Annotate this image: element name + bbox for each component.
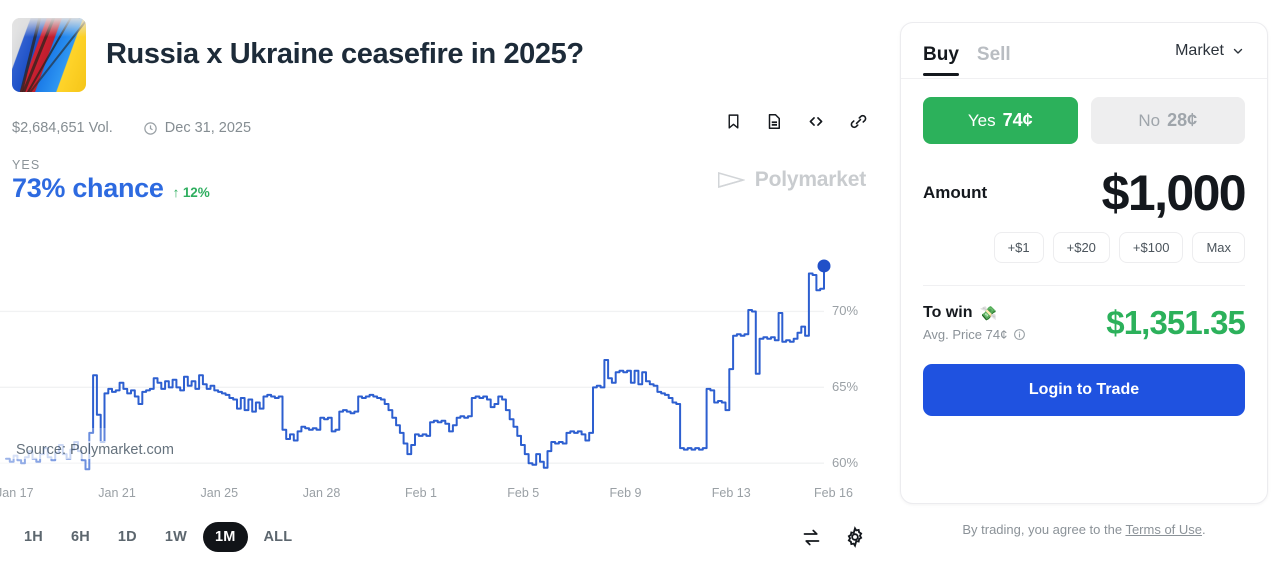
chart-y-axis: 70% 65% 60% bbox=[832, 228, 888, 486]
yes-price: 74¢ bbox=[1003, 110, 1033, 131]
market-action-icons bbox=[725, 112, 868, 131]
amount-row: Amount $1,000 bbox=[923, 168, 1245, 218]
chart-x-axis: Jan 17 Jan 21 Jan 25 Jan 28 Feb 1 Feb 5 Feb 9 F… bbox=[0, 486, 888, 506]
info-icon[interactable] bbox=[1013, 328, 1026, 341]
trade-column: Buy Sell Market Yes 74¢ N bbox=[888, 0, 1280, 561]
trade-card-body: Yes 74¢ No 28¢ Amount $1,000 +$1 +$20 +$10… bbox=[901, 79, 1267, 286]
avg-price-label: Avg. Price 74¢ bbox=[923, 327, 1007, 342]
chart-x-tick: Jan 28 bbox=[303, 486, 341, 500]
chance-delta: ↑ 12% bbox=[173, 185, 210, 200]
yes-label: Yes bbox=[968, 111, 996, 131]
outcome-buttons: Yes 74¢ No 28¢ bbox=[923, 97, 1245, 144]
timeframe-6h[interactable]: 6H bbox=[59, 522, 102, 552]
login-to-trade-button[interactable]: Login to Trade bbox=[923, 364, 1245, 416]
buy-sell-tabs: Buy Sell bbox=[923, 23, 1011, 78]
market-column: Russia x Ukraine ceasefire in 2025? $2,6… bbox=[0, 0, 888, 561]
no-label: No bbox=[1138, 111, 1160, 131]
chart-series-yes bbox=[6, 266, 824, 469]
quick-amount-max[interactable]: Max bbox=[1192, 232, 1245, 263]
to-win-amount: $1,351.35 bbox=[1106, 304, 1245, 342]
to-win-label-group: To win 💸 bbox=[923, 304, 1026, 322]
code-icon[interactable] bbox=[806, 112, 826, 131]
timeframe-1m[interactable]: 1M bbox=[203, 522, 248, 552]
link-icon[interactable] bbox=[849, 112, 868, 131]
tab-sell[interactable]: Sell bbox=[977, 44, 1011, 78]
avg-price-group: Avg. Price 74¢ bbox=[923, 327, 1026, 342]
buy-yes-button[interactable]: Yes 74¢ bbox=[923, 97, 1078, 144]
timeframe-all[interactable]: ALL bbox=[252, 522, 305, 552]
chart-y-tick: 70% bbox=[832, 303, 858, 318]
chart-x-tick: Feb 13 bbox=[712, 486, 751, 500]
chart-x-tick: Jan 21 bbox=[98, 486, 136, 500]
document-icon[interactable] bbox=[765, 112, 783, 131]
source-watermark: Source: Polymarket.com bbox=[10, 441, 180, 459]
order-type-selector[interactable]: Market bbox=[1175, 42, 1245, 60]
tab-buy[interactable]: Buy bbox=[923, 44, 959, 78]
chart-x-tick: Feb 9 bbox=[610, 486, 642, 500]
amount-label: Amount bbox=[923, 183, 987, 203]
timeframe-1h[interactable]: 1H bbox=[12, 522, 55, 552]
timeframe-bar: 1H6H1D1W1MALL bbox=[0, 514, 888, 560]
timeframe-1d[interactable]: 1D bbox=[106, 522, 149, 552]
chart-x-tick: Feb 16 bbox=[814, 486, 853, 500]
to-win-label: To win bbox=[923, 304, 972, 322]
polymarket-watermark: Polymarket bbox=[717, 168, 866, 192]
timeframe-1w[interactable]: 1W bbox=[153, 522, 199, 552]
chevron-down-icon bbox=[1231, 44, 1245, 58]
buy-no-button[interactable]: No 28¢ bbox=[1091, 97, 1246, 144]
quick-amount-buttons: +$1 +$20 +$100 Max bbox=[923, 232, 1245, 263]
polymarket-market-page: Russia x Ukraine ceasefire in 2025? $2,6… bbox=[0, 0, 1280, 561]
quick-amount-20[interactable]: +$20 bbox=[1053, 232, 1110, 263]
money-icon: 💸 bbox=[979, 305, 996, 322]
polymarket-logo-icon bbox=[717, 169, 745, 191]
to-win-row: To win 💸 Avg. Price 74¢ $1,351.35 bbox=[901, 286, 1267, 342]
market-volume: $2,684,651 Vol. bbox=[12, 120, 113, 136]
clock-icon bbox=[143, 121, 158, 136]
quick-amount-100[interactable]: +$100 bbox=[1119, 232, 1184, 263]
chart-endpoint-dot bbox=[818, 259, 831, 272]
terms-suffix: . bbox=[1202, 522, 1206, 537]
order-type-value: Market bbox=[1175, 42, 1224, 60]
to-win-left: To win 💸 Avg. Price 74¢ bbox=[923, 304, 1026, 342]
chart-x-tick: Feb 1 bbox=[405, 486, 437, 500]
chart-x-tick: Feb 5 bbox=[507, 486, 539, 500]
market-header: Russia x Ukraine ceasefire in 2025? bbox=[0, 0, 888, 92]
chart-x-tick: Jan 25 bbox=[201, 486, 239, 500]
market-thumbnail-flags bbox=[12, 18, 86, 92]
no-price: 28¢ bbox=[1167, 110, 1197, 131]
chart-y-tick: 60% bbox=[832, 455, 858, 470]
chart-tools bbox=[801, 526, 866, 548]
market-end-date: Dec 31, 2025 bbox=[165, 120, 251, 136]
compare-swap-icon[interactable] bbox=[801, 527, 822, 548]
gear-icon[interactable] bbox=[844, 526, 866, 548]
amount-input[interactable]: $1,000 bbox=[1102, 168, 1245, 218]
quick-amount-1[interactable]: +$1 bbox=[994, 232, 1044, 263]
trade-card-header: Buy Sell Market bbox=[901, 23, 1267, 79]
price-chart[interactable]: Source: Polymarket.com 70% 65% 60% bbox=[0, 228, 888, 486]
timeframe-options: 1H6H1D1W1MALL bbox=[12, 522, 304, 552]
trade-card: Buy Sell Market Yes 74¢ N bbox=[900, 22, 1268, 504]
bookmark-icon[interactable] bbox=[725, 112, 742, 131]
market-end-date-group: Dec 31, 2025 bbox=[143, 120, 251, 136]
terms-of-use-link[interactable]: Terms of Use bbox=[1125, 522, 1202, 537]
chart-y-tick: 65% bbox=[832, 379, 858, 394]
terms-notice: By trading, you agree to the Terms of Us… bbox=[900, 522, 1268, 537]
polymarket-wordmark: Polymarket bbox=[755, 168, 866, 192]
page-title: Russia x Ukraine ceasefire in 2025? bbox=[106, 38, 584, 71]
chart-x-tick: Jan 17 bbox=[0, 486, 34, 500]
chance-percent: 73% chance bbox=[12, 173, 164, 204]
thumbnail-fade bbox=[12, 18, 86, 37]
terms-prefix: By trading, you agree to the bbox=[962, 522, 1125, 537]
